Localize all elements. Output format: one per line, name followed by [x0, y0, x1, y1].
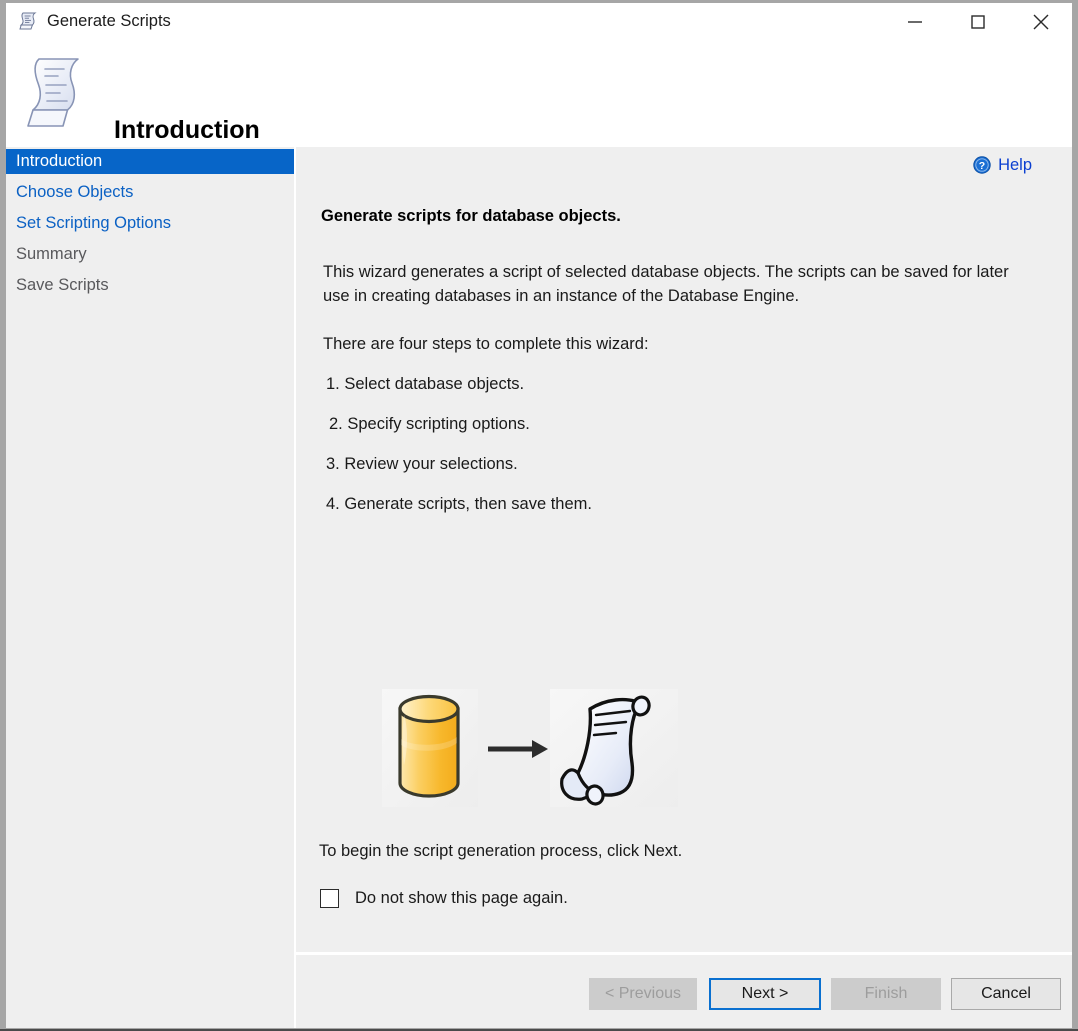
sidebar-item-set-scripting-options[interactable]: Set Scripting Options — [6, 211, 294, 236]
wizard-illustration — [382, 687, 678, 811]
do-not-show-again-checkbox[interactable] — [320, 889, 339, 908]
finish-button[interactable]: Finish — [831, 978, 941, 1010]
svg-text:?: ? — [979, 160, 985, 172]
step-item-4: 4. Generate scripts, then save them. — [326, 495, 592, 514]
cancel-button[interactable]: Cancel — [951, 978, 1061, 1010]
next-button[interactable]: Next > — [709, 978, 821, 1010]
sidebar-item-label: Save Scripts — [16, 276, 109, 294]
content-paragraph: This wizard generates a script of select… — [323, 260, 1039, 308]
help-question-icon: ? — [973, 156, 991, 174]
page-title: Introduction — [114, 115, 260, 145]
do-not-show-again-row[interactable]: Do not show this page again. — [320, 889, 568, 908]
title-bar: Generate Scripts — [6, 3, 1072, 40]
sidebar-item-choose-objects[interactable]: Choose Objects — [6, 180, 294, 205]
sidebar-item-save-scripts[interactable]: Save Scripts — [6, 273, 294, 298]
database-cylinder-icon — [400, 697, 458, 797]
help-label: Help — [998, 155, 1032, 175]
content-heading: Generate scripts for database objects. — [321, 207, 621, 226]
sidebar-item-introduction[interactable]: Introduction — [6, 149, 294, 174]
sidebar-item-label: Introduction — [16, 152, 102, 170]
script-scroll-icon — [18, 10, 40, 32]
sidebar-item-label: Summary — [16, 245, 87, 263]
content-panel: ? Help Generate scripts for database obj… — [296, 147, 1072, 952]
steps-intro-text: There are four steps to complete this wi… — [323, 335, 649, 354]
script-scroll-icon — [22, 52, 92, 134]
do-not-show-again-label: Do not show this page again. — [355, 889, 568, 908]
sidebar-item-label: Choose Objects — [16, 183, 133, 201]
previous-button[interactable]: < Previous — [589, 978, 697, 1010]
sidebar-item-label: Set Scripting Options — [16, 214, 171, 232]
wizard-step-sidebar: Introduction Choose Objects Set Scriptin… — [6, 147, 294, 1028]
window-title: Generate Scripts — [47, 10, 171, 32]
close-button[interactable] — [1018, 3, 1064, 40]
maximize-button[interactable] — [955, 3, 1001, 40]
step-item-3: 3. Review your selections. — [326, 455, 518, 474]
wizard-header-banner: Introduction — [6, 40, 1072, 147]
minimize-button[interactable] — [892, 3, 938, 40]
arrow-right-icon — [488, 740, 548, 758]
generate-scripts-window: Generate Scripts — [0, 0, 1078, 1031]
sidebar-item-summary[interactable]: Summary — [6, 242, 294, 267]
begin-instruction-text: To begin the script generation process, … — [319, 842, 682, 861]
step-item-2: 2. Specify scripting options. — [329, 415, 530, 434]
wizard-footer: < Previous Next > Finish Cancel — [296, 955, 1072, 1028]
help-link[interactable]: ? Help — [973, 154, 1032, 176]
step-item-1: 1. Select database objects. — [326, 375, 524, 394]
